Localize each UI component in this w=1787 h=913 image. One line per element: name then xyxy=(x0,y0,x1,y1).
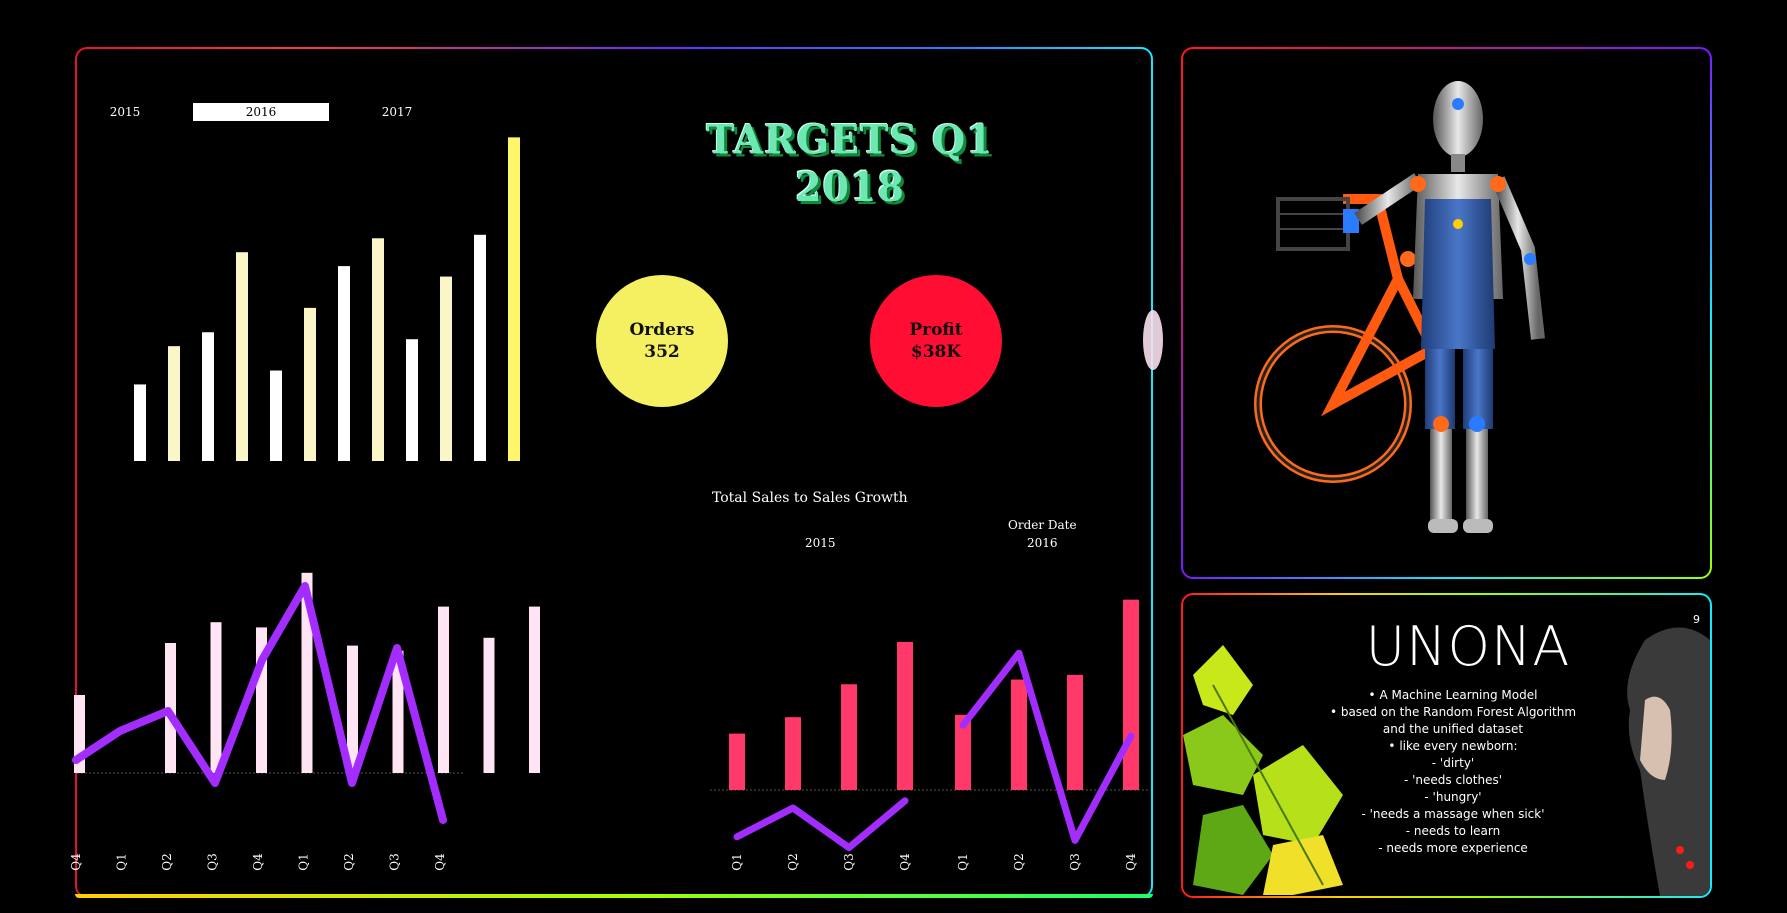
slide-page-number: 9 xyxy=(1693,613,1700,626)
sales-chart-header: Order Date xyxy=(1008,518,1077,532)
profit-kpi-label: Profit xyxy=(909,320,963,340)
year-tab-2017[interactable]: 2017 xyxy=(367,103,427,121)
dashboard-title: TARGETS Q1 2018 xyxy=(706,115,994,211)
unona-panel: 9 UNONA • A Machine Learning Model • bas… xyxy=(1181,593,1712,898)
orders-kpi[interactable]: Orders 352 xyxy=(596,275,728,407)
unona-line: - needs more experience xyxy=(1378,841,1528,855)
robot-panel xyxy=(1181,47,1712,579)
profit-kpi[interactable]: Profit $38K xyxy=(870,275,1002,407)
unona-line: • A Machine Learning Model xyxy=(1368,688,1538,702)
sales-chart-title: Total Sales to Sales Growth xyxy=(712,490,908,506)
unona-title: UNONA xyxy=(1365,615,1571,678)
unona-line: and the unified dataset xyxy=(1382,722,1524,736)
sales-chart-year-2015: 2015 xyxy=(805,536,836,550)
unona-line: - 'needs clothes' xyxy=(1403,773,1502,787)
year-tab-2015[interactable]: 2015 xyxy=(95,103,155,121)
orders-kpi-label: Orders xyxy=(629,320,695,340)
unona-slide: 9 UNONA • A Machine Learning Model • bas… xyxy=(1183,595,1710,896)
kpi-partial-circle xyxy=(1143,310,1163,370)
orders-kpi-value: 352 xyxy=(644,342,680,362)
sales-chart-year-2016: 2016 xyxy=(1027,536,1058,550)
unona-line: - 'needs a massage when sick' xyxy=(1361,807,1545,821)
robot-image xyxy=(1183,49,1710,577)
profit-kpi-value: $38K xyxy=(910,342,962,362)
unona-line: - needs to learn xyxy=(1405,824,1501,838)
robot-with-bike-illustration xyxy=(1254,81,1545,533)
unona-line: • based on the Random Forest Algorithm xyxy=(1329,705,1577,719)
android-face-illustration xyxy=(1627,627,1710,896)
unona-description: • A Machine Learning Model • based on th… xyxy=(1283,687,1623,857)
year-tab-2016[interactable]: 2016 xyxy=(193,103,329,121)
unona-line: - 'hungry' xyxy=(1424,790,1482,804)
unona-line: • like every newborn: xyxy=(1388,739,1518,753)
unona-line: - 'dirty' xyxy=(1431,756,1475,770)
